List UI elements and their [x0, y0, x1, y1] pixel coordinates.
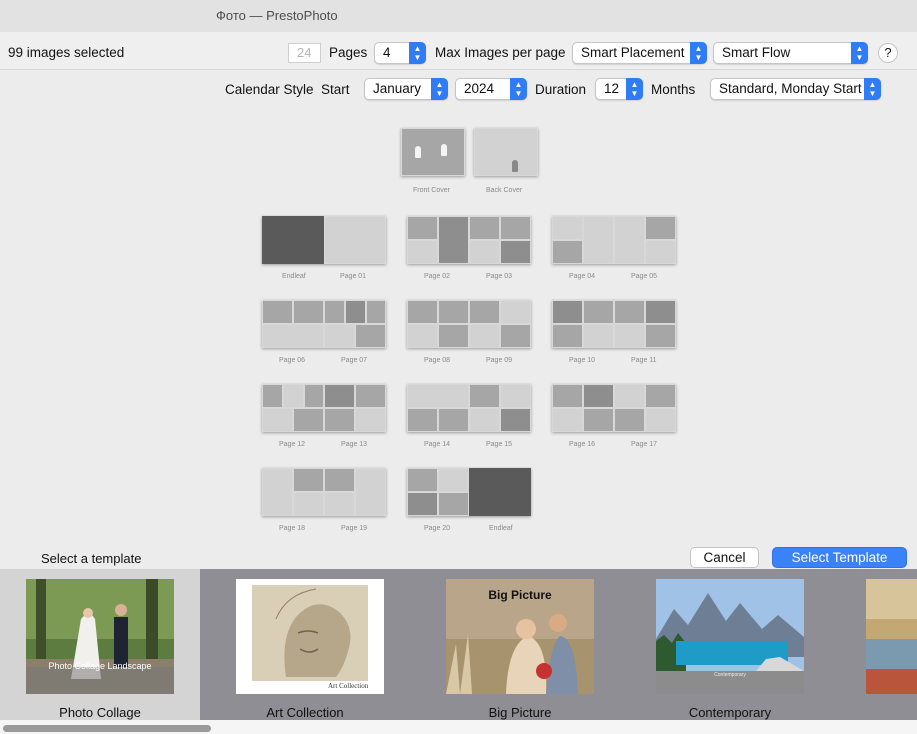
template-tile-big-picture[interactable]: Big Picture Big Picture [410, 569, 630, 720]
template-cover-image: Photo Collage Landscape [26, 579, 174, 694]
flow-value: Smart Flow [722, 45, 791, 60]
selected-count: 99 images selected [8, 45, 125, 60]
page-label: Page 02 [424, 273, 451, 280]
spread[interactable] [552, 216, 676, 264]
spread[interactable] [407, 468, 531, 516]
spread[interactable] [552, 300, 676, 348]
template-tile-partial[interactable] [866, 579, 917, 694]
page-label: Page 12 [279, 441, 306, 448]
page-label: Page 08 [424, 357, 451, 364]
duration-label: Duration [535, 82, 587, 97]
wedding-photo [26, 579, 174, 694]
select-template-button[interactable]: Select Template [772, 547, 907, 568]
start-month-value: January [373, 81, 422, 96]
template-name: Art Collection [266, 705, 344, 720]
duration-popup[interactable]: 12 ▲ ▼ [595, 78, 643, 100]
week-style-popup[interactable]: Standard, Monday Start ▲ ▼ [710, 78, 881, 100]
cancel-button[interactable]: Cancel [690, 547, 759, 568]
template-cover-text: Big Picture [488, 588, 552, 602]
template-name: Photo Collage [59, 705, 141, 720]
months-label: Months [651, 82, 696, 97]
template-cover-image: Contemporary [656, 579, 804, 694]
max-images-popup[interactable]: 4 ▲ ▼ [374, 42, 426, 64]
start-year-popup[interactable]: 2024 ▲ ▼ [455, 78, 527, 100]
spread[interactable] [262, 468, 386, 516]
spread[interactable] [262, 384, 386, 432]
page-label: Page 18 [279, 525, 306, 532]
page-label: Page 15 [486, 441, 513, 448]
template-cover-text: Contemporary [714, 672, 746, 678]
chevron-updown-icon: ▲ ▼ [409, 42, 426, 64]
placement-value: Smart Placement [581, 45, 685, 60]
page-label: Page 10 [569, 357, 596, 364]
scrollbar-thumb[interactable] [3, 725, 211, 732]
page-label: Page 03 [486, 273, 513, 280]
chevron-updown-icon: ▲ ▼ [626, 78, 643, 100]
max-images-label: Max Images per page [435, 45, 566, 60]
back-cover-thumb[interactable] [474, 128, 538, 176]
spread[interactable] [262, 216, 386, 264]
template-tile-art-collection[interactable]: Art Collection Art Collection [200, 569, 410, 720]
chevron-updown-icon: ▲ ▼ [510, 78, 527, 100]
back-cover-label: Back Cover [486, 187, 523, 194]
spread[interactable] [262, 300, 386, 348]
spreads-canvas: Front Cover Back Cover Endleaf Page 01 P… [0, 106, 917, 546]
page-label: Page 04 [569, 273, 596, 280]
template-name: Big Picture [488, 705, 552, 720]
page-label: Endleaf [489, 525, 513, 532]
start-month-popup[interactable]: January ▲ ▼ [364, 78, 448, 100]
spread[interactable] [407, 216, 531, 264]
page-label: Page 16 [569, 441, 596, 448]
page-label: Page 14 [424, 441, 451, 448]
template-cover-text: Photo Collage Landscape [48, 661, 152, 671]
page-label: Page 07 [341, 357, 368, 364]
page-label: Page 19 [341, 525, 368, 532]
chevron-updown-icon: ▲ ▼ [864, 78, 881, 100]
template-cover-image: Art Collection [236, 579, 384, 694]
page-label: Page 11 [631, 357, 657, 364]
placement-popup[interactable]: Smart Placement ▲ ▼ [572, 42, 707, 64]
template-cover-text: Art Collection [328, 682, 369, 690]
front-cover-thumb[interactable] [401, 128, 465, 176]
pages-field[interactable]: 24 [288, 43, 321, 63]
page-label: Page 01 [340, 273, 367, 280]
template-tile-contemporary[interactable]: Contemporary Contemporary [620, 569, 840, 720]
chevron-updown-icon: ▲ ▼ [690, 42, 707, 64]
sketch-portrait [236, 579, 384, 694]
template-cover-image: Big Picture [446, 579, 594, 694]
flow-popup[interactable]: Smart Flow ▲ ▼ [713, 42, 868, 64]
spread[interactable] [407, 384, 531, 432]
week-style-value: Standard, Monday Start [719, 81, 862, 96]
coast-painting [866, 579, 917, 694]
template-strip: Photo Collage Landscape Photo Collage Ar… [0, 569, 917, 720]
page-label: Page 17 [631, 441, 658, 448]
page-label: Page 13 [341, 441, 368, 448]
start-year-value: 2024 [464, 81, 495, 96]
template-name: Contemporary [688, 705, 772, 720]
calendar-style-label: Calendar Style [225, 82, 314, 97]
spread[interactable] [552, 384, 676, 432]
page-label: Page 09 [486, 357, 513, 364]
select-template-label: Select a template [41, 551, 142, 566]
chevron-updown-icon: ▲ ▼ [431, 78, 448, 100]
max-images-value: 4 [383, 45, 391, 60]
help-button[interactable]: ? [878, 43, 898, 63]
page-label: Page 20 [424, 525, 451, 532]
page-label: Page 05 [631, 273, 658, 280]
chevron-updown-icon: ▲ ▼ [851, 42, 868, 64]
template-tile-photo-collage[interactable]: Photo Collage Landscape Photo Collage [0, 569, 200, 720]
window-title: Фото — PrestoPhoto [216, 8, 338, 23]
title-bar: Фото — PrestoPhoto [0, 0, 917, 32]
spread[interactable] [407, 300, 531, 348]
page-label: Page 06 [279, 357, 306, 364]
start-label: Start [321, 82, 350, 97]
duration-value: 12 [604, 81, 620, 96]
toolbar: 99 images selected 24 Pages 4 ▲ ▼ Max Ima… [0, 32, 917, 70]
pages-label: Pages [329, 45, 368, 60]
front-cover-label: Front Cover [413, 187, 450, 194]
page-label: Endleaf [282, 273, 306, 280]
